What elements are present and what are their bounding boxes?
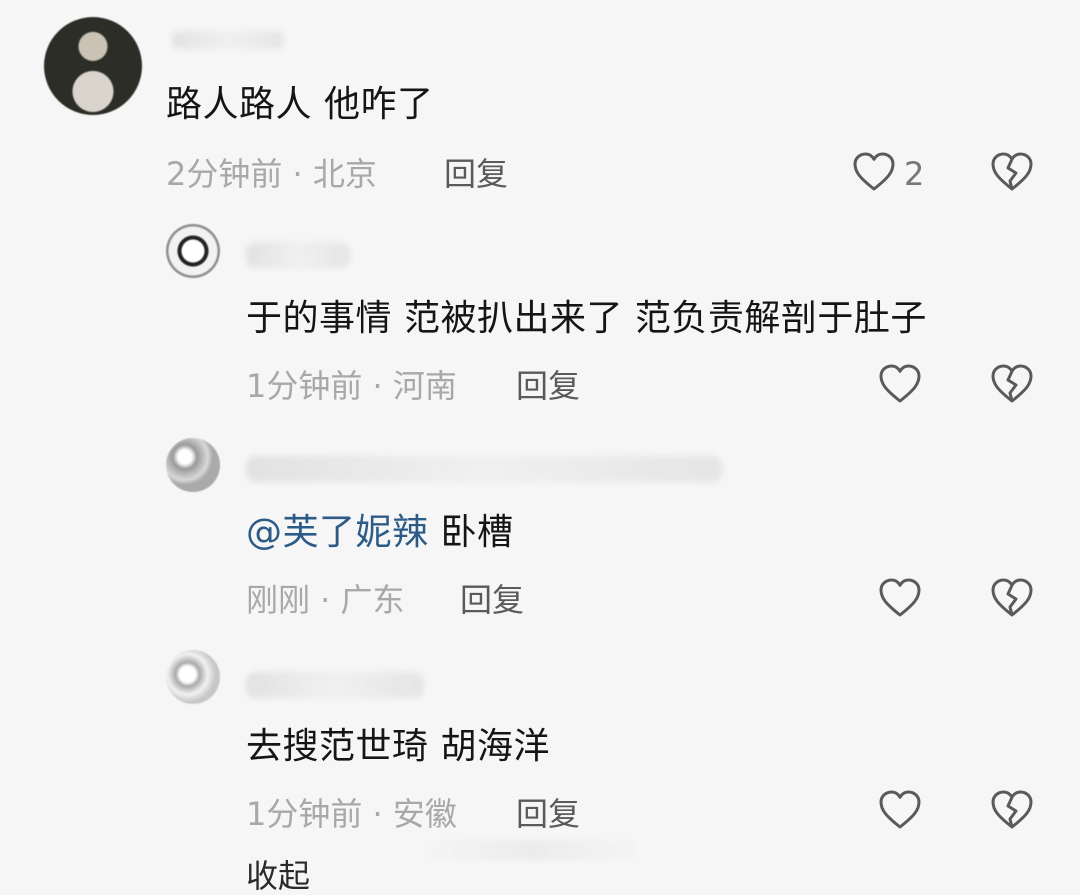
comment-meta: 2分钟前 · 北京	[166, 155, 377, 193]
reply-button[interactable]: 回复	[460, 582, 524, 618]
heart-outline-icon[interactable]	[876, 362, 924, 410]
blurred-username	[246, 456, 722, 482]
blurred-username	[172, 31, 284, 49]
reply-button[interactable]: 回复	[516, 796, 580, 832]
reply-text: 于的事情 范被扒出来了 范负责解剖于肚子	[246, 298, 927, 339]
commenter-avatar[interactable]	[44, 17, 142, 115]
blurred-username	[246, 672, 424, 698]
broken-heart-icon[interactable]	[988, 576, 1036, 624]
mention-link[interactable]: @芙了妮辣	[246, 512, 429, 553]
reply-avatar[interactable]	[166, 650, 220, 704]
reply-button[interactable]: 回复	[444, 156, 508, 192]
broken-heart-icon[interactable]	[988, 362, 1036, 410]
blurred-username	[246, 242, 350, 268]
comment-text: 路人路人 他咋了	[166, 84, 434, 125]
reply-meta: 刚刚 · 广东	[246, 581, 405, 619]
collapse-replies-button[interactable]: 收起	[246, 858, 310, 894]
heart-outline-icon[interactable]	[876, 576, 924, 624]
reply-button[interactable]: 回复	[516, 368, 580, 404]
heart-outline-icon[interactable]	[876, 788, 924, 836]
reply-body-text: 卧槽	[428, 512, 514, 553]
reply-meta: 1分钟前 · 安徽	[246, 795, 457, 833]
reply-text: 去搜范世琦 胡海洋	[246, 726, 550, 767]
reply-text-with-mention: @芙了妮辣 卧槽	[246, 512, 513, 554]
reply-meta: 1分钟前 · 河南	[246, 367, 457, 405]
broken-heart-icon[interactable]	[988, 150, 1036, 198]
broken-heart-icon[interactable]	[988, 788, 1036, 836]
heart-outline-icon[interactable]	[850, 150, 898, 198]
watermark-overlay	[424, 840, 642, 860]
reply-avatar[interactable]	[166, 438, 220, 492]
like-count: 2	[904, 155, 925, 193]
reply-avatar[interactable]	[166, 224, 220, 278]
